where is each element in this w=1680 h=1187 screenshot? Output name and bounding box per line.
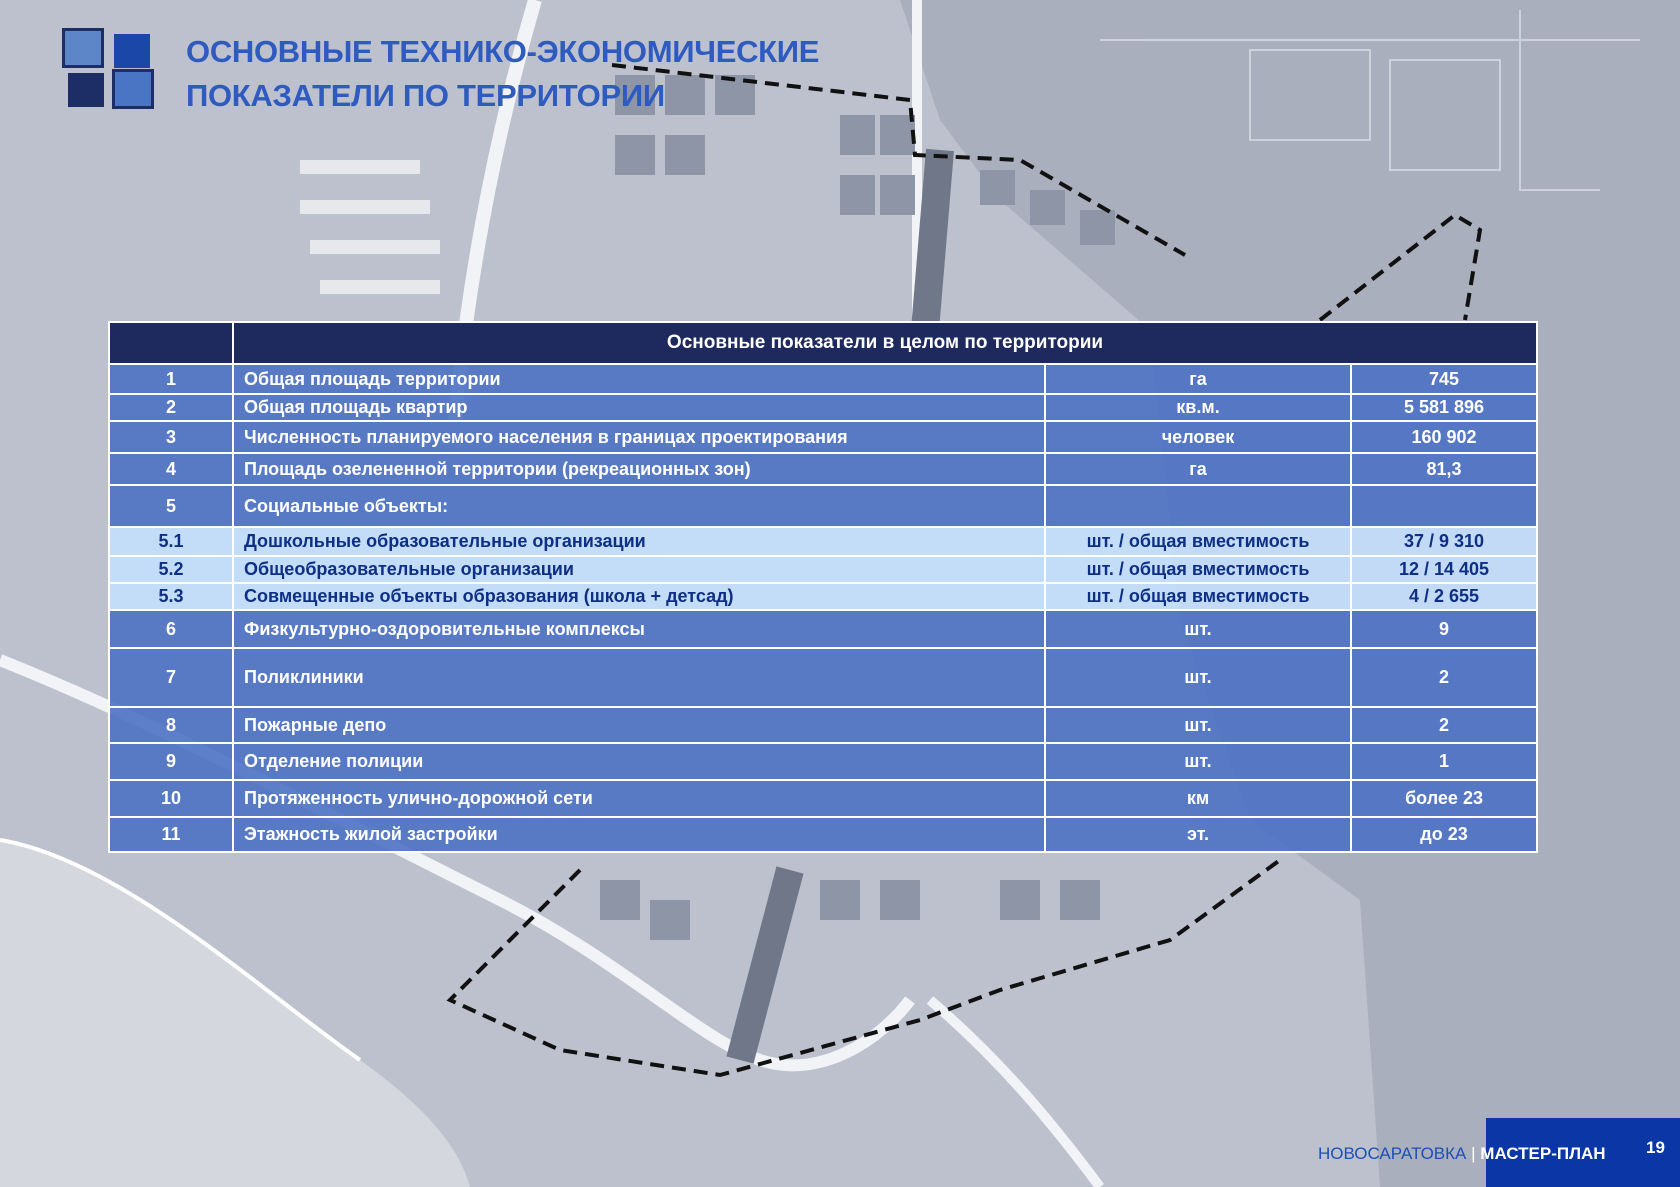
row-unit-cell: шт. — [1044, 742, 1352, 781]
row-number-cell: 10 — [108, 779, 234, 818]
table-row: 5.2 Общеобразовательные организации шт. / … — [108, 555, 1539, 584]
row-name-cell: Отделение полиции — [232, 742, 1046, 781]
table-row: 5.1 Дошкольные образовательные организаци… — [108, 526, 1539, 557]
table-row: 2 Общая площадь квартир кв.м. 5 581 896 — [108, 393, 1539, 422]
row-value-cell: 4 / 2 655 — [1349, 582, 1539, 611]
row-name-cell: Физкультурно-оздоровительные комплексы — [232, 609, 1046, 649]
row-value-cell: 160 902 — [1349, 420, 1539, 454]
row-unit-cell — [1044, 484, 1352, 528]
row-unit-cell: га — [1044, 452, 1352, 486]
row-name-cell: Поликлиники — [232, 647, 1046, 708]
logo — [62, 28, 160, 112]
row-name-cell: Социальные объекты: — [232, 484, 1046, 528]
title-line-2: ПОКАЗАТЕЛИ ПО ТЕРРИТОРИИ — [186, 78, 665, 113]
row-unit-cell: шт. / общая вместимость — [1044, 555, 1352, 584]
footer-place: НОВОСАРАТОВКА — [1318, 1144, 1467, 1163]
indicators-table: Основные показатели в целом по территори… — [108, 321, 1539, 853]
row-value-cell: 745 — [1349, 363, 1539, 395]
footer: НОВОСАРАТОВКА | МАСТЕР-ПЛАН — [1318, 1144, 1606, 1164]
row-unit-cell: шт. — [1044, 706, 1352, 744]
row-number-cell: 7 — [108, 647, 234, 708]
footer-doc: МАСТЕР-ПЛАН — [1480, 1144, 1606, 1163]
table-row: 8 Пожарные депо шт. 2 — [108, 706, 1539, 744]
row-value-cell: 12 / 14 405 — [1349, 555, 1539, 584]
row-name-cell: Площадь озелененной территории (рекреаци… — [232, 452, 1046, 486]
row-unit-cell: эт. — [1044, 816, 1352, 853]
row-value-cell: 81,3 — [1349, 452, 1539, 486]
footer-separator: | — [1471, 1144, 1476, 1163]
row-number-cell: 3 — [108, 420, 234, 454]
table-row: 5.3 Совмещенные объекты образования (школ… — [108, 582, 1539, 611]
row-value-cell: до 23 — [1349, 816, 1539, 853]
table-row: 3 Численность планируемого населения в гр… — [108, 420, 1539, 454]
row-unit-cell: шт. / общая вместимость — [1044, 582, 1352, 611]
row-unit-cell: шт. — [1044, 647, 1352, 708]
table-row: 10 Протяженность улично-дорожной сети км бо… — [108, 779, 1539, 818]
row-unit-cell: кв.м. — [1044, 393, 1352, 422]
table-row: 11 Этажность жилой застройки эт. до 23 — [108, 816, 1539, 853]
row-value-cell: более 23 — [1349, 779, 1539, 818]
row-name-cell: Пожарные депо — [232, 706, 1046, 744]
row-name-cell: Численность планируемого населения в гра… — [232, 420, 1046, 454]
row-value-cell: 2 — [1349, 706, 1539, 744]
table-row: 9 Отделение полиции шт. 1 — [108, 742, 1539, 781]
table-header-blank-cell — [108, 321, 234, 365]
row-number-cell: 9 — [108, 742, 234, 781]
logo-square — [112, 69, 154, 109]
row-value-cell — [1349, 484, 1539, 528]
logo-square — [68, 73, 104, 107]
table-row: 6 Физкультурно-оздоровительные комплексы ш… — [108, 609, 1539, 649]
table-header-row: Основные показатели в целом по территори… — [108, 321, 1539, 365]
row-number-cell: 5.1 — [108, 526, 234, 557]
table-row: 4 Площадь озелененной территории (рекреац… — [108, 452, 1539, 486]
logo-square — [62, 28, 104, 68]
row-unit-cell: шт. / общая вместимость — [1044, 526, 1352, 557]
row-unit-cell: км — [1044, 779, 1352, 818]
row-value-cell: 2 — [1349, 647, 1539, 708]
row-number-cell: 1 — [108, 363, 234, 395]
row-number-cell: 5 — [108, 484, 234, 528]
row-number-cell: 2 — [108, 393, 234, 422]
table-heading: Основные показатели в целом по территори… — [231, 321, 1539, 365]
page-title: ОСНОВНЫЕ ТЕХНИКО-ЭКОНОМИЧЕСКИЕ ПОКАЗАТЕЛ… — [186, 30, 819, 118]
row-number-cell: 6 — [108, 609, 234, 649]
row-number-cell: 11 — [108, 816, 234, 853]
row-value-cell: 37 / 9 310 — [1349, 526, 1539, 557]
row-name-cell: Протяженность улично-дорожной сети — [232, 779, 1046, 818]
row-name-cell: Дошкольные образовательные организации — [232, 526, 1046, 557]
row-number-cell: 4 — [108, 452, 234, 486]
page-number: 19 — [1646, 1138, 1665, 1157]
row-name-cell: Общеобразовательные организации — [232, 555, 1046, 584]
row-unit-cell: человек — [1044, 420, 1352, 454]
row-value-cell: 5 581 896 — [1349, 393, 1539, 422]
row-value-cell: 9 — [1349, 609, 1539, 649]
table-row: 5 Социальные объекты: — [108, 484, 1539, 528]
row-value-cell: 1 — [1349, 742, 1539, 781]
row-unit-cell: шт. — [1044, 609, 1352, 649]
table-row: 7 Поликлиники шт. 2 — [108, 647, 1539, 708]
title-line-1: ОСНОВНЫЕ ТЕХНИКО-ЭКОНОМИЧЕСКИЕ — [186, 34, 820, 69]
row-name-cell: Совмещенные объекты образования (школа +… — [232, 582, 1046, 611]
logo-square — [114, 34, 150, 68]
row-number-cell: 5.2 — [108, 555, 234, 584]
row-number-cell: 5.3 — [108, 582, 234, 611]
row-name-cell: Общая площадь территории — [232, 363, 1046, 395]
table-row: 1 Общая площадь территории га 745 — [108, 363, 1539, 395]
row-name-cell: Общая площадь квартир — [232, 393, 1046, 422]
row-unit-cell: га — [1044, 363, 1352, 395]
row-name-cell: Этажность жилой застройки — [232, 816, 1046, 853]
row-number-cell: 8 — [108, 706, 234, 744]
